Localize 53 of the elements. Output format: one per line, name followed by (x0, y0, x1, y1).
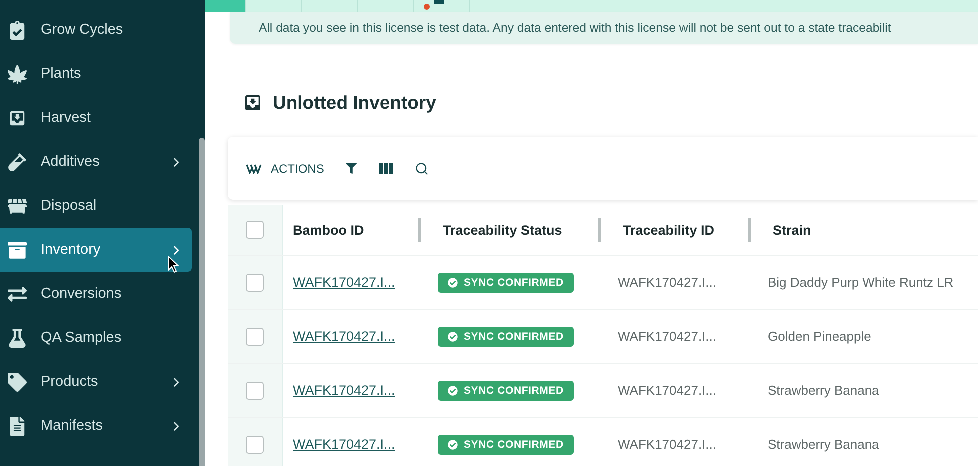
sidebar-item[interactable]: Products (0, 360, 192, 404)
column-header[interactable]: Traceability ID (623, 222, 715, 238)
sidebar-item[interactable]: Grow Cycles (0, 8, 192, 52)
column-header[interactable]: Traceability Status (443, 222, 562, 238)
column-header[interactable]: Strain (773, 222, 812, 238)
checkbox[interactable] (246, 221, 264, 239)
tab-icon (434, 0, 444, 4)
sidebar-item[interactable]: Inventory (0, 228, 192, 272)
filter-button[interactable] (346, 163, 358, 174)
mouse-cursor-icon (168, 256, 180, 274)
test-tube-icon (7, 152, 27, 172)
bamboo-id-link[interactable]: WAFK170427.I... (293, 274, 396, 290)
sync-status-badge: SYNC CONFIRMED (438, 434, 574, 454)
search-button[interactable] (415, 162, 430, 176)
page-title: Unlotted Inventory (273, 92, 436, 114)
checkbox[interactable] (246, 382, 264, 400)
bamboo-id-link[interactable]: WAFK170427.I... (293, 382, 396, 398)
dumpster-icon (7, 196, 27, 216)
sidebar-item[interactable]: Disposal (0, 184, 192, 228)
flask-icon (7, 328, 27, 348)
actions-icon (246, 164, 262, 174)
checkbox[interactable] (246, 328, 264, 346)
archive-box-icon (7, 240, 27, 260)
sidebar-item[interactable]: Additives (0, 140, 192, 184)
table-cell-text: Big Daddy Purp White Runtz LR (767, 275, 955, 290)
table-cell-text: WAFK170427.I... (617, 329, 718, 344)
columns-button[interactable] (379, 163, 394, 174)
bamboo-id-link[interactable]: WAFK170427.I... (293, 328, 396, 344)
tag-icon (7, 372, 27, 392)
sidebar-item[interactable]: Manifests (0, 404, 192, 448)
sidebar-item[interactable]: Conversions (0, 272, 192, 316)
exchange-arrows-icon (7, 284, 27, 304)
table-cell-text: Strawberry Banana (767, 383, 880, 398)
table-cell-text: Strawberry Banana (767, 437, 880, 452)
inbox-tray-icon (243, 93, 263, 113)
actions-button[interactable]: ACTIONS (246, 162, 324, 176)
table-cell-text: Golden Pineapple (767, 329, 872, 344)
test-data-banner: All data you see in this license is test data. Any data entered with this license will not be sent out to a state traceabilit (230, 12, 978, 44)
scrollbar[interactable] (199, 138, 205, 466)
sidebar-item[interactable]: QA Samples (0, 316, 192, 360)
sync-status-badge: SYNC CONFIRMED (438, 326, 574, 346)
sidebar-item[interactable]: Harvest (0, 96, 192, 140)
sync-status-badge: SYNC CONFIRMED (438, 272, 574, 292)
bamboo-id-link[interactable]: WAFK170427.I... (293, 436, 396, 452)
checkbox[interactable] (246, 274, 264, 292)
table-cell-text: WAFK170427.I... (617, 437, 718, 452)
column-header[interactable]: Bamboo ID (293, 222, 364, 238)
sync-status-badge: SYNC CONFIRMED (438, 380, 574, 400)
leaf-icon (7, 64, 27, 84)
table-cell-text: WAFK170427.I... (617, 383, 718, 398)
table-cell-text: WAFK170427.I... (617, 275, 718, 290)
sidebar-item[interactable]: Plants (0, 52, 192, 96)
checkbox[interactable] (246, 436, 264, 454)
